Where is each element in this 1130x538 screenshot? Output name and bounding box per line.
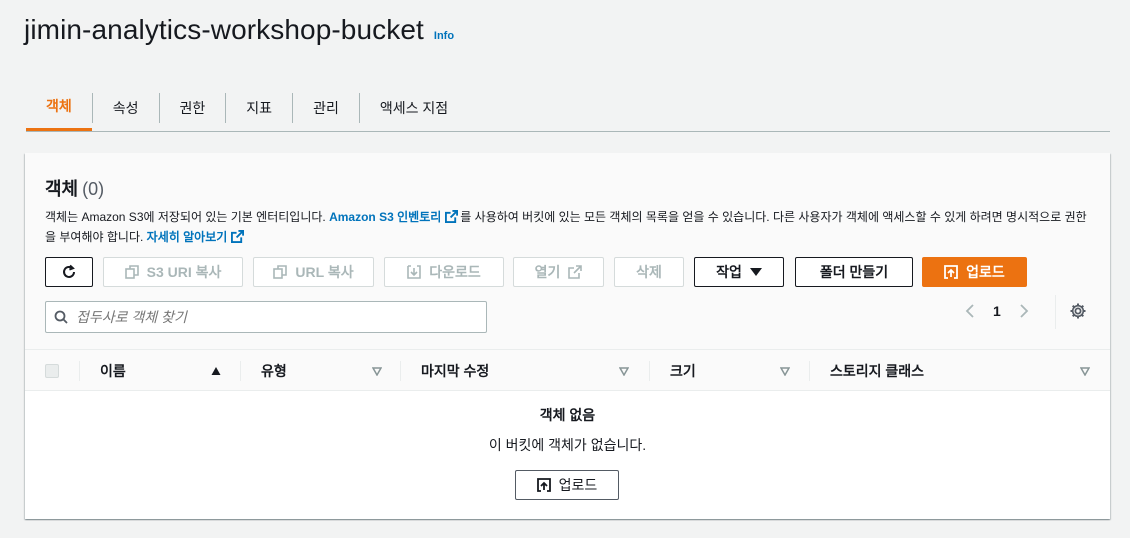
objects-panel: 객체 (0) 객체는 Amazon S3에 저장되어 있는 기본 엔터티입니다. … bbox=[25, 153, 1110, 519]
panel-description: 객체는 Amazon S3에 저장되어 있는 기본 엔터티입니다. Amazon… bbox=[45, 207, 1095, 247]
column-divider bbox=[649, 361, 650, 381]
open-button[interactable]: 열기 bbox=[513, 257, 604, 287]
column-header-last-modified[interactable]: 마지막 수정 bbox=[421, 350, 489, 392]
upload-label: 업로드 bbox=[966, 264, 1005, 280]
tab-permissions[interactable]: 권한 bbox=[160, 84, 226, 131]
table-header: 이름 유형 마지막 수정 크기 스토리지 클래스 bbox=[25, 349, 1110, 391]
actions-label: 작업 bbox=[716, 264, 742, 280]
create-folder-button[interactable]: 폴더 만들기 bbox=[795, 257, 913, 287]
empty-state-description: 이 버킷에 객체가 없습니다. bbox=[488, 437, 647, 453]
delete-button[interactable]: 삭제 bbox=[614, 257, 684, 287]
copy-icon bbox=[273, 265, 288, 279]
copy-url-label: URL 복사 bbox=[295, 264, 354, 280]
search-input[interactable] bbox=[76, 309, 456, 325]
actions-dropdown[interactable]: 작업 bbox=[694, 257, 784, 287]
create-folder-label: 폴더 만들기 bbox=[819, 264, 889, 280]
page-header: jimin-analytics-workshop-bucket Info bbox=[24, 14, 454, 46]
empty-state-upload-button[interactable]: 업로드 bbox=[515, 470, 619, 500]
empty-state-title: 객체 없음 bbox=[539, 407, 596, 423]
pagination: 1 bbox=[965, 303, 1029, 319]
search-icon bbox=[54, 310, 68, 324]
upload-icon bbox=[944, 265, 959, 279]
panel-title: 객체 (0) bbox=[45, 175, 104, 201]
column-header-type[interactable]: 유형 bbox=[261, 350, 287, 392]
copy-icon bbox=[124, 265, 139, 279]
upload-icon bbox=[536, 478, 551, 492]
sort-icon[interactable] bbox=[619, 366, 629, 376]
column-divider bbox=[400, 361, 401, 381]
column-header-name[interactable]: 이름 bbox=[100, 350, 126, 392]
tab-bar: 객체 속성 권한 지표 관리 액세스 지점 bbox=[26, 84, 1110, 132]
external-link-icon bbox=[568, 265, 583, 279]
preferences-button[interactable] bbox=[1069, 302, 1087, 325]
refresh-button[interactable] bbox=[45, 257, 93, 287]
empty-state-upload-label: 업로드 bbox=[558, 477, 598, 493]
search-box[interactable] bbox=[45, 301, 487, 333]
caret-down-icon bbox=[749, 268, 762, 276]
external-link-icon bbox=[231, 230, 245, 243]
copy-url-button[interactable]: URL 복사 bbox=[253, 257, 374, 287]
column-divider bbox=[79, 361, 80, 381]
column-divider bbox=[809, 361, 810, 381]
column-divider bbox=[240, 361, 241, 381]
delete-label: 삭제 bbox=[636, 264, 662, 280]
description-text: 객체는 Amazon S3에 저장되어 있는 기본 엔터티입니다. bbox=[45, 210, 330, 224]
inventory-link[interactable]: Amazon S3 인벤토리 bbox=[329, 210, 441, 224]
sort-ascending-icon[interactable] bbox=[211, 366, 221, 376]
column-header-size[interactable]: 크기 bbox=[670, 350, 696, 392]
sort-icon[interactable] bbox=[372, 366, 382, 376]
download-icon bbox=[407, 265, 422, 279]
chevron-right-icon[interactable] bbox=[1019, 303, 1029, 319]
upload-button[interactable]: 업로드 bbox=[922, 257, 1027, 287]
tab-properties[interactable]: 속성 bbox=[93, 84, 159, 131]
sort-icon[interactable] bbox=[1080, 366, 1090, 376]
pager-divider bbox=[1055, 295, 1056, 329]
tab-access-points[interactable]: 액세스 지점 bbox=[360, 84, 468, 131]
object-count: (0) bbox=[82, 179, 105, 199]
refresh-icon bbox=[63, 264, 75, 278]
tab-objects[interactable]: 객체 bbox=[26, 84, 92, 131]
chevron-left-icon[interactable] bbox=[965, 303, 975, 319]
download-button[interactable]: 다운로드 bbox=[384, 257, 504, 287]
sort-icon[interactable] bbox=[780, 366, 790, 376]
copy-s3-uri-button[interactable]: S3 URI 복사 bbox=[103, 257, 243, 287]
gear-icon bbox=[1070, 303, 1086, 319]
column-header-storage-class[interactable]: 스토리지 클래스 bbox=[830, 350, 924, 392]
tab-management[interactable]: 관리 bbox=[293, 84, 359, 131]
panel-title-text: 객체 bbox=[45, 179, 79, 199]
copy-s3-uri-label: S3 URI 복사 bbox=[146, 264, 222, 280]
page-number[interactable]: 1 bbox=[993, 303, 1001, 319]
download-label: 다운로드 bbox=[429, 264, 481, 280]
learn-more-link[interactable]: 자세히 알아보기 bbox=[147, 230, 228, 244]
page-title: jimin-analytics-workshop-bucket bbox=[24, 14, 424, 45]
external-link-icon bbox=[445, 210, 459, 223]
select-all-checkbox[interactable] bbox=[45, 364, 59, 378]
open-label: 열기 bbox=[534, 264, 561, 280]
tab-metrics[interactable]: 지표 bbox=[226, 84, 292, 131]
info-link[interactable]: Info bbox=[434, 30, 454, 42]
